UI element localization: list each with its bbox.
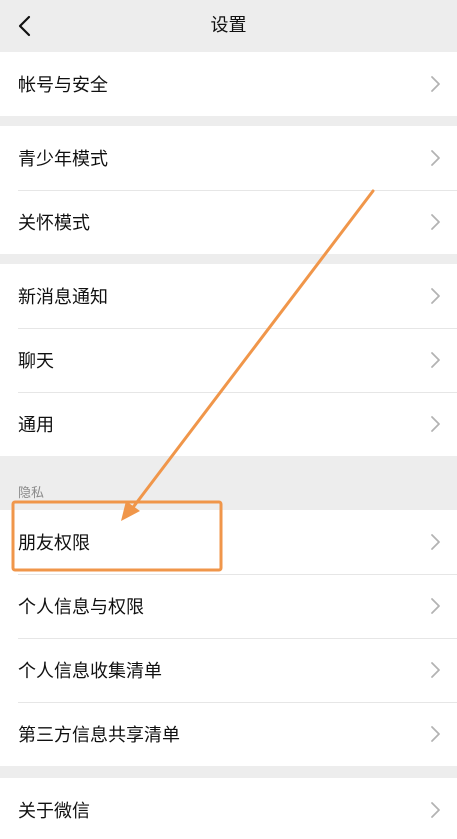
settings-item-teen-mode[interactable]: 青少年模式 [0,126,457,190]
chevron-right-icon [431,662,440,678]
settings-item-label: 关怀模式 [18,213,90,234]
section-caption-privacy: 隐私 [18,486,45,501]
settings-item-account-security[interactable]: 帐号与安全 [0,52,457,116]
settings-item-about[interactable]: 关于微信 [0,778,457,839]
settings-page: 设置 帐号与安全 青少年模式 关怀模式 新消息通知 聊天 通用 隐私 朋友权限 … [0,0,457,839]
chevron-right-icon [431,150,440,166]
settings-item-label: 朋友权限 [18,533,90,554]
settings-item-label: 通用 [18,415,54,436]
settings-item-personal-info-permissions[interactable]: 个人信息与权限 [0,574,457,638]
settings-item-chat[interactable]: 聊天 [0,328,457,392]
settings-item-label: 帐号与安全 [18,75,108,96]
chevron-right-icon [431,214,440,230]
settings-item-third-party-sharing[interactable]: 第三方信息共享清单 [0,702,457,766]
settings-item-notifications[interactable]: 新消息通知 [0,264,457,328]
settings-group-account: 帐号与安全 [0,52,457,116]
chevron-right-icon [431,288,440,304]
settings-item-friend-permissions[interactable]: 朋友权限 [0,510,457,574]
chevron-right-icon [431,534,440,550]
settings-item-label: 关于微信 [18,801,90,822]
chevron-right-icon [431,416,440,432]
chevron-right-icon [431,598,440,614]
settings-item-label: 聊天 [18,351,54,372]
settings-group-about: 关于微信 [0,778,457,839]
settings-group-privacy: 朋友权限 个人信息与权限 个人信息收集清单 第三方信息共享清单 [0,510,457,766]
chevron-right-icon [431,352,440,368]
settings-item-label: 新消息通知 [18,287,108,308]
chevron-right-icon [431,802,440,818]
nav-bar: 设置 [0,0,457,52]
settings-group-modes: 青少年模式 关怀模式 [0,126,457,254]
settings-item-general[interactable]: 通用 [0,392,457,456]
settings-item-label: 第三方信息共享清单 [18,725,180,746]
chevron-right-icon [431,76,440,92]
settings-item-label: 个人信息收集清单 [18,661,162,682]
page-title: 设置 [210,15,247,36]
settings-item-label: 青少年模式 [18,149,108,170]
settings-item-care-mode[interactable]: 关怀模式 [0,190,457,254]
settings-group-general: 新消息通知 聊天 通用 [0,264,457,456]
settings-item-personal-info-list[interactable]: 个人信息收集清单 [0,638,457,702]
chevron-right-icon [431,726,440,742]
settings-item-label: 个人信息与权限 [18,597,144,618]
